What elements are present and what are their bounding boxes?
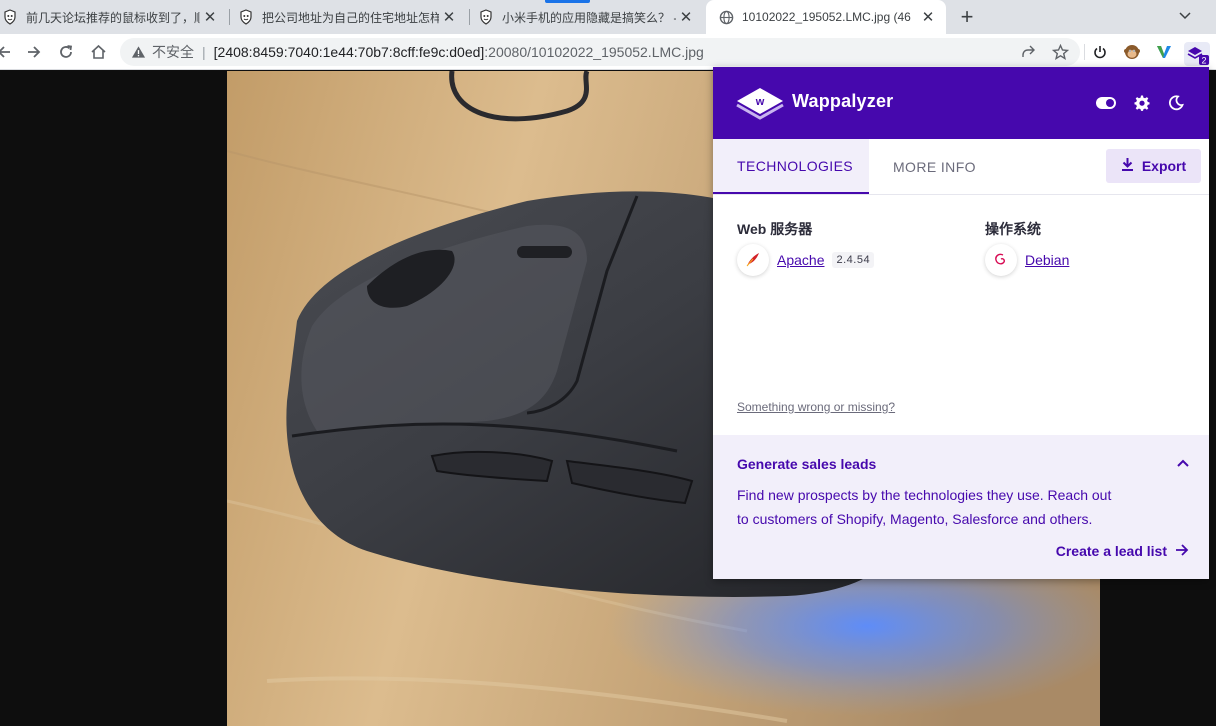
tech-version-badge: 2.4.54 bbox=[832, 252, 875, 268]
tab-title: 10102022_195052.LMC.jpg (46 bbox=[742, 10, 911, 24]
download-icon bbox=[1121, 157, 1134, 175]
extension-badge-count: 2 bbox=[1201, 56, 1206, 66]
close-tab-icon[interactable]: ✕ bbox=[676, 7, 696, 27]
bookmark-star-icon[interactable] bbox=[1048, 40, 1072, 64]
wappalyzer-brand: Wappalyzer bbox=[792, 91, 894, 111]
back-arrow-icon[interactable] bbox=[0, 40, 16, 64]
browser-toolbar: 不安全 | [2408:8459:7040:1e44:70b7:8cff:fe9… bbox=[0, 34, 1216, 70]
forum-favicon-icon bbox=[238, 9, 254, 25]
report-issue-link[interactable]: Something wrong or missing? bbox=[737, 400, 895, 414]
tab-title: 小米手机的应用隐藏是搞笑么？ - bbox=[502, 10, 676, 25]
close-tab-icon[interactable]: ✕ bbox=[918, 7, 938, 27]
tab-technologies[interactable]: TECHNOLOGIES bbox=[713, 139, 869, 194]
debian-swirl-icon bbox=[985, 244, 1017, 276]
export-button[interactable]: Export bbox=[1106, 149, 1201, 183]
leads-title[interactable]: Generate sales leads bbox=[737, 456, 876, 472]
apache-feather-icon bbox=[737, 244, 769, 276]
cta-label: Create a lead list bbox=[1055, 543, 1167, 559]
export-label: Export bbox=[1141, 158, 1187, 174]
tab-title: 前几天论坛推荐的鼠标收到了，顺 bbox=[26, 10, 200, 25]
wappalyzer-logo-icon: w bbox=[735, 83, 785, 123]
power-extension-icon[interactable] bbox=[1090, 42, 1110, 62]
moon-icon[interactable] bbox=[1165, 93, 1187, 113]
home-icon[interactable] bbox=[86, 40, 110, 64]
wappalyzer-tabs: TECHNOLOGIES MORE INFO Export bbox=[713, 139, 1209, 195]
tab-search-chevron-icon[interactable] bbox=[1175, 6, 1195, 26]
wappalyzer-popup: w Wappalyzer TECHNOLOGIES MORE INFO Expo… bbox=[713, 67, 1209, 579]
close-tab-icon[interactable]: ✕ bbox=[439, 7, 459, 27]
browser-tab[interactable]: 小米手机的应用隐藏是搞笑么？ - ✕ bbox=[472, 0, 704, 34]
globe-icon bbox=[718, 9, 734, 25]
forward-arrow-icon[interactable] bbox=[22, 40, 46, 64]
url-text[interactable]: [2408:8459:7040:1e44:70b7:8cff:fe9c:d0ed… bbox=[214, 44, 704, 60]
new-tab-button[interactable]: + bbox=[955, 4, 979, 29]
tab-title: 把公司地址为自己的住宅地址怎样 bbox=[262, 10, 439, 25]
forum-favicon-icon bbox=[2, 9, 18, 25]
tab-strip: 前几天论坛推荐的鼠标收到了，顺 ✕ 把公司地址为自己的住宅地址怎样 ✕ 小米手机… bbox=[0, 0, 1216, 34]
reload-icon[interactable] bbox=[54, 40, 78, 64]
v-extension-icon[interactable] bbox=[1154, 42, 1174, 62]
category-title-os: 操作系统 bbox=[985, 221, 1041, 237]
wappalyzer-extension-icon[interactable]: 2 bbox=[1184, 42, 1210, 66]
security-label[interactable]: 不安全 bbox=[152, 42, 194, 62]
close-tab-icon[interactable]: ✕ bbox=[200, 7, 220, 27]
share-icon[interactable] bbox=[1016, 40, 1040, 64]
arrow-right-icon bbox=[1175, 543, 1189, 559]
monkey-extension-icon[interactable] bbox=[1122, 42, 1142, 62]
category-title-web-server: Web 服务器 bbox=[737, 221, 813, 237]
forum-favicon-icon bbox=[478, 9, 494, 25]
browser-tab[interactable]: 把公司地址为自己的住宅地址怎样 ✕ bbox=[232, 0, 467, 34]
tech-name-debian[interactable]: Debian bbox=[1025, 252, 1069, 268]
tab-loading-indicator bbox=[545, 0, 590, 3]
create-lead-list-link[interactable]: Create a lead list bbox=[1056, 543, 1189, 559]
tech-item-debian[interactable]: Debian bbox=[985, 244, 1069, 276]
tech-item-apache[interactable]: Apache 2.4.54 bbox=[737, 244, 875, 276]
leads-text-line: Find new prospects by the technologies t… bbox=[737, 487, 1112, 503]
url-host: [2408:8459:7040:1e44:70b7:8cff:fe9c:d0ed… bbox=[213, 44, 485, 60]
leads-description: Find new prospects by the technologies t… bbox=[737, 483, 1137, 531]
wappalyzer-header: w Wappalyzer bbox=[713, 67, 1209, 139]
address-separator: | bbox=[202, 44, 206, 60]
browser-tab[interactable]: 前几天论坛推荐的鼠标收到了，顺 ✕ bbox=[0, 0, 228, 34]
url-path: :20080/10102022_195052.LMC.jpg bbox=[484, 44, 704, 60]
address-bar[interactable]: 不安全 | [2408:8459:7040:1e44:70b7:8cff:fe9… bbox=[120, 38, 1080, 66]
chevron-up-icon[interactable] bbox=[1175, 455, 1191, 471]
svg-text:w: w bbox=[755, 96, 765, 108]
toolbar-divider bbox=[1084, 44, 1085, 60]
tech-name-apache[interactable]: Apache bbox=[777, 252, 824, 268]
browser-tab-active[interactable]: 10102022_195052.LMC.jpg (46 ✕ bbox=[706, 0, 946, 34]
toggle-switch-icon[interactable] bbox=[1095, 93, 1117, 113]
warning-triangle-icon[interactable] bbox=[130, 44, 146, 60]
sales-leads-panel: Generate sales leads Find new prospects … bbox=[713, 435, 1209, 579]
tab-more-info[interactable]: MORE INFO bbox=[893, 139, 976, 194]
gear-icon[interactable] bbox=[1131, 93, 1153, 113]
leads-text-line: to customers of Shopify, Magento, Salesf… bbox=[737, 511, 1093, 527]
